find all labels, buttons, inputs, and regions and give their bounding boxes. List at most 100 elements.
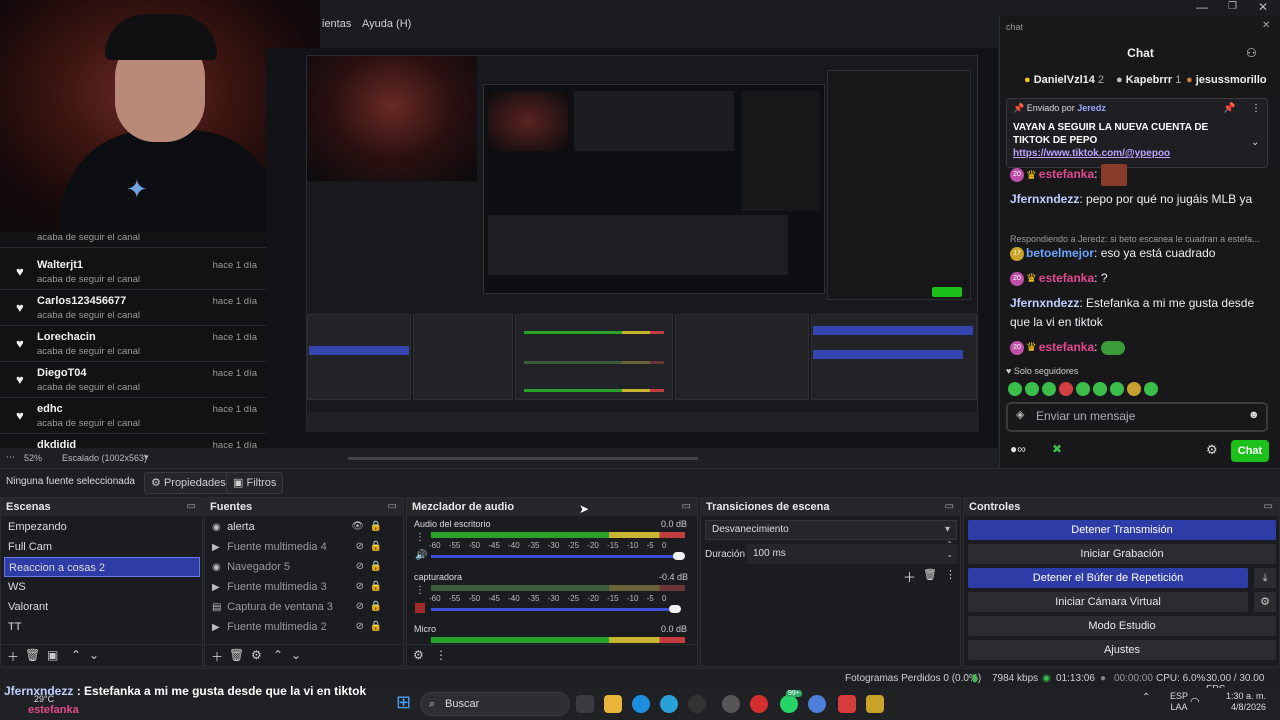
lock-icon[interactable]: 🔒 [370, 537, 382, 557]
file-explorer-icon[interactable] [604, 695, 622, 713]
eye-hidden-icon[interactable]: ⊘ [356, 577, 364, 597]
scene-item[interactable]: Full Cam [4, 537, 200, 557]
pin-icon[interactable]: 📌 [1223, 103, 1235, 114]
wifi-icon[interactable]: ◠ [1190, 695, 1200, 708]
save-replay-icon[interactable]: ⤓ [1254, 568, 1276, 588]
scale-mode[interactable]: Escalado (1002x563) [62, 453, 147, 463]
app-icon[interactable] [688, 695, 706, 713]
volume-slider-handle[interactable] [669, 605, 681, 613]
start-virtual-camera-button[interactable]: Iniciar Cámara Virtual [968, 592, 1248, 612]
taskbar-search[interactable]: ⌕ Buscar [420, 692, 570, 716]
gear-icon[interactable]: ⚙ [251, 648, 262, 662]
trash-icon[interactable]: 🗑 [25, 648, 40, 662]
close-icon[interactable]: ✕ [1258, 0, 1268, 14]
advanced-audio-icon[interactable]: ⚙ [413, 648, 424, 662]
chevron-up-icon[interactable]: ⌃ [273, 648, 283, 662]
stop-stream-button[interactable]: Detener Transmisión [968, 520, 1276, 540]
eye-icon[interactable]: 👁 [351, 517, 364, 537]
kick-icon[interactable]: ✖ [1052, 442, 1062, 456]
minimize-icon[interactable]: — [1196, 0, 1208, 14]
eye-hidden-icon[interactable]: ⊘ [356, 557, 364, 577]
messenger-icon[interactable] [808, 695, 826, 713]
menu-help[interactable]: Ayuda (H) [362, 18, 411, 30]
dock-menu-icon[interactable]: ▭ [682, 498, 691, 516]
tray-chevron-icon[interactable]: ⌃ [1142, 692, 1150, 703]
menu-tools[interactable]: ientas [322, 18, 351, 30]
gear-icon[interactable]: ⚙ [1254, 592, 1276, 612]
scene-item[interactable]: WS [4, 577, 200, 597]
zoom-percent[interactable]: 52% [24, 453, 42, 463]
dock-menu-icon[interactable]: ▭ [187, 498, 196, 516]
windows-start-icon[interactable]: ⊞ [396, 692, 411, 713]
whatsapp-icon[interactable] [780, 695, 798, 713]
filters-button[interactable]: ▣ Filtros [226, 472, 284, 494]
source-item[interactable]: ▶ Fuente multimedia 2 ⊘ 🔒 [208, 617, 394, 637]
eye-hidden-icon[interactable]: ⊘ [356, 537, 364, 557]
edge-icon[interactable] [632, 695, 650, 713]
source-item[interactable]: ▶ Fuente multimedia 4 ⊘ 🔒 [208, 537, 394, 557]
scene-item[interactable]: TT [4, 617, 200, 637]
volume-slider[interactable] [431, 608, 677, 611]
lock-icon[interactable]: 🔒 [370, 577, 382, 597]
chat-send-button[interactable]: Chat [1231, 440, 1269, 462]
app-red-icon[interactable] [838, 695, 856, 713]
chevron-up-icon[interactable]: ⌃ [71, 648, 81, 662]
telegram-icon[interactable] [660, 695, 678, 713]
trash-icon[interactable]: 🗑 [923, 568, 937, 581]
scene-item[interactable]: Empezando [4, 517, 200, 537]
chevron-down-icon[interactable]: ▾ [144, 452, 149, 463]
horizontal-scrollbar[interactable] [348, 457, 698, 460]
duration-input[interactable]: 100 ms ⌃ ⌄ [747, 540, 957, 564]
opera-icon[interactable] [750, 695, 768, 713]
maximize-icon[interactable]: ❐ [1228, 1, 1237, 12]
more-icon[interactable]: ⋮ [1251, 103, 1261, 114]
gear-icon[interactable]: ⚙ [1206, 442, 1218, 458]
chat-input[interactable]: ◈ Enviar un mensaje ☻ [1006, 402, 1268, 432]
menu-icon[interactable]: ⋯ [6, 452, 15, 463]
source-item[interactable]: ▶ Fuente multimedia 3 ⊘ 🔒 [208, 577, 394, 597]
source-item[interactable]: ◉ alerta 👁 🔒 [208, 517, 394, 537]
trash-icon[interactable]: 🗑 [229, 648, 244, 662]
language-indicator[interactable]: ESP LAA [1170, 691, 1188, 713]
lock-icon[interactable]: 🔒 [370, 597, 382, 617]
eye-hidden-icon[interactable]: ⊘ [356, 597, 364, 617]
bits-icon[interactable]: ◈ [1016, 408, 1024, 421]
users-icon[interactable]: ⚇ [1246, 46, 1257, 60]
app-gold-icon[interactable] [866, 695, 884, 713]
properties-button[interactable]: ⚙ Propiedades [144, 472, 233, 494]
emoji-icon[interactable]: ☻ [1248, 409, 1260, 421]
emote-row[interactable] [1008, 382, 1161, 399]
source-item[interactable]: ◉ Navegador 5 ⊘ 🔒 [208, 557, 394, 577]
transition-select[interactable]: Desvanecimiento ▾ [705, 520, 957, 540]
stop-replay-buffer-button[interactable]: Detener el Búfer de Repetición [968, 568, 1248, 588]
filter-icon[interactable]: ▣ [47, 648, 58, 662]
chevron-down-icon[interactable]: ⌄ [291, 648, 301, 662]
scene-item[interactable]: Valorant [4, 597, 200, 617]
add-icon[interactable]: ＋ [7, 648, 19, 665]
scene-item-selected[interactable]: Reaccion a cosas 2 [4, 557, 200, 577]
more-icon[interactable]: ⋮ [415, 585, 425, 596]
obs-icon[interactable] [722, 695, 740, 713]
source-item[interactable]: ▤ Captura de ventana 3 ⊘ 🔒 [208, 597, 394, 617]
add-icon[interactable]: ＋ [903, 567, 916, 586]
chevron-down-icon[interactable]: ⌄ [89, 648, 99, 662]
settings-button[interactable]: Ajustes [968, 640, 1276, 660]
muted-speaker-icon[interactable] [415, 603, 425, 613]
points-icon[interactable]: ●∞ [1010, 442, 1026, 456]
gifter-name[interactable]: DanielVzl14 [1034, 74, 1095, 86]
more-icon[interactable]: ⋮ [415, 532, 425, 543]
volume-slider-handle[interactable] [673, 552, 685, 560]
clock[interactable]: 1:30 a. m. 4/8/2026 [1206, 691, 1266, 713]
dock-menu-icon[interactable]: ▭ [945, 498, 954, 516]
add-icon[interactable]: ＋ [211, 648, 223, 665]
more-icon[interactable]: ⋮ [435, 648, 447, 662]
volume-slider[interactable] [431, 555, 681, 558]
close-icon[interactable]: ✕ [1262, 20, 1270, 31]
lock-icon[interactable]: 🔒 [370, 557, 382, 577]
more-icon[interactable]: ⋮ [945, 568, 956, 581]
task-view-icon[interactable] [576, 695, 594, 713]
chevron-down-icon[interactable]: ⌄ [1251, 137, 1259, 148]
gifter-name[interactable]: jesussmorillo [1196, 74, 1267, 86]
speaker-icon[interactable]: 🔊 [415, 550, 427, 561]
pinned-link[interactable]: https://www.tiktok.com/@ypepoo [1013, 148, 1170, 159]
